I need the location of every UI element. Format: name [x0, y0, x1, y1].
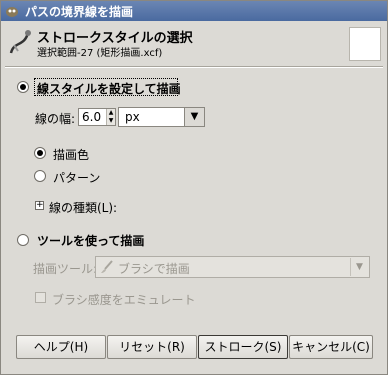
stroke-tool-label[interactable]: ツールを使って描画	[37, 232, 144, 249]
dialog-header: ストロークスタイルの選択 選択範囲-27 (矩形描画.xcf)	[1, 21, 387, 66]
line-width-label: 線の幅:	[35, 112, 76, 126]
stroke-button[interactable]: ストローク(S)	[198, 335, 288, 359]
paint-tool-selector[interactable]: ブラシで描画 ▼	[95, 256, 370, 278]
stroke-line-radio[interactable]	[17, 81, 29, 93]
spin-down-icon[interactable]: ▼	[107, 117, 115, 125]
spin-buttons[interactable]: ▲ ▼	[106, 109, 115, 125]
paintbrush-icon	[101, 260, 113, 273]
emulate-dynamics-label[interactable]: ブラシ感度をエミュレート	[52, 291, 196, 308]
reset-button[interactable]: リセット(R)	[107, 335, 197, 359]
window-title: パスの境界線を描画	[25, 4, 134, 19]
solid-color-label[interactable]: 描画色	[53, 146, 89, 163]
chevron-down-icon[interactable]: ▼	[184, 108, 204, 126]
stroke-tool-radio[interactable]	[17, 234, 29, 246]
image-name: 選択範囲-27 (矩形描画.xcf)	[37, 48, 163, 59]
title-bar: パスの境界線を描画	[1, 1, 387, 21]
cancel-button[interactable]: キャンセル(C)	[289, 335, 373, 359]
gimp-app-icon	[6, 7, 18, 17]
stroke-path-dialog: パスの境界線を描画 ストロークスタイルの選択 選択範囲-27 (矩形描画.xcf…	[0, 0, 388, 375]
emulate-dynamics-checkbox[interactable]	[35, 292, 46, 303]
line-width-value[interactable]: 6.0	[82, 110, 101, 124]
unit-value: px	[125, 110, 140, 124]
pattern-label[interactable]: パターン	[53, 169, 100, 186]
stroke-path-icon	[9, 30, 31, 54]
image-preview	[349, 27, 381, 61]
unit-selector[interactable]: px ▼	[118, 107, 205, 127]
help-button[interactable]: ヘルプ(H)	[16, 335, 106, 359]
paint-tool-label: 描画ツール:	[33, 262, 98, 276]
chevron-down-icon[interactable]: ▼	[350, 258, 368, 276]
line-style-expander[interactable]: 線の種類(L):	[49, 199, 117, 216]
line-width-spinner[interactable]: 6.0 ▲ ▼	[78, 108, 116, 126]
spin-up-icon[interactable]: ▲	[107, 109, 115, 117]
expand-plus-icon[interactable]: +	[35, 201, 44, 210]
paint-tool-value: ブラシで描画	[118, 262, 190, 276]
header-separator	[5, 66, 383, 68]
pattern-radio[interactable]	[34, 170, 46, 182]
stroke-line-label[interactable]: 線スタイルを設定して描画	[37, 80, 181, 97]
solid-color-radio[interactable]	[34, 147, 46, 159]
